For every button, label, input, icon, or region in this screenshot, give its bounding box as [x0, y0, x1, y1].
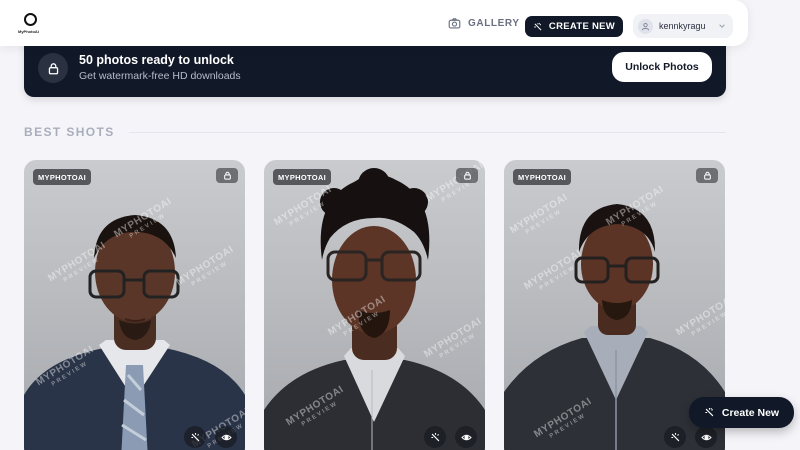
- eye-icon: [700, 434, 712, 440]
- user-menu[interactable]: kennkyragu: [633, 14, 733, 38]
- portrait-photo: [264, 168, 485, 450]
- create-new-label: CREATE NEW: [548, 21, 616, 32]
- sparkle-icon: [534, 22, 542, 30]
- floating-create-label: Create New: [721, 406, 780, 419]
- locked-indicator: [456, 168, 478, 183]
- sparkle-icon: [430, 432, 439, 441]
- sparkle-icon: [705, 407, 714, 417]
- generate-similar-button[interactable]: [184, 426, 206, 448]
- generate-similar-button[interactable]: [664, 426, 686, 448]
- unlock-photos-button[interactable]: Unlock Photos: [612, 52, 712, 82]
- locked-indicator: [696, 168, 718, 183]
- best-shots-header: BEST SHOTS: [24, 125, 726, 139]
- app-logo[interactable]: MyPhotoAi: [18, 13, 42, 35]
- chevron-down-icon: [718, 24, 725, 28]
- view-photo-button[interactable]: [695, 426, 717, 448]
- banner-lock-badge: [38, 53, 68, 83]
- eye-icon: [460, 434, 472, 440]
- watermark-badge: MYPHOTOAI: [33, 169, 91, 185]
- watermark-badge: MYPHOTOAI: [513, 169, 571, 185]
- avatar: [638, 18, 653, 34]
- nav-gallery-link[interactable]: GALLERY: [448, 17, 520, 30]
- photo-card[interactable]: MYPHOTOAI PREVIEW MYPHOTOAI PREVIEW MYPHOT…: [24, 160, 245, 450]
- user-icon: [641, 22, 650, 30]
- watermark-badge: MYPHOTOAI: [273, 169, 331, 185]
- username: kennkyragu: [659, 21, 706, 31]
- generate-similar-button[interactable]: [424, 426, 446, 448]
- photo-card[interactable]: MYPHOTOAI PREVIEW MYPHOTOAI PREVIEW MYPHOT…: [264, 160, 485, 450]
- view-photo-button[interactable]: [215, 426, 237, 448]
- lock-icon: [48, 62, 58, 74]
- eye-icon: [220, 434, 232, 440]
- section-title: BEST SHOTS: [24, 125, 115, 139]
- floating-create-new-button[interactable]: Create New: [689, 397, 794, 428]
- logo-mark-icon: [24, 13, 37, 26]
- camera-icon: [448, 18, 461, 29]
- banner-title: 50 photos ready to unlock: [79, 53, 234, 67]
- sparkle-icon: [190, 432, 199, 441]
- lock-icon: [463, 171, 471, 180]
- logo-text: MyPhotoAi: [18, 29, 39, 34]
- lock-icon: [703, 171, 711, 180]
- sparkle-icon: [670, 432, 679, 441]
- lock-icon: [223, 171, 231, 180]
- gallery-label: GALLERY: [468, 18, 520, 29]
- banner-subtitle: Get watermark-free HD downloads: [79, 70, 241, 82]
- portrait-photo: [24, 215, 245, 450]
- section-divider: [128, 131, 726, 133]
- create-new-button[interactable]: CREATE NEW: [525, 16, 623, 37]
- view-photo-button[interactable]: [455, 426, 477, 448]
- top-navbar: MyPhotoAi GALLERY CREATE NEW kennkyragu: [0, 0, 748, 46]
- locked-indicator: [216, 168, 238, 183]
